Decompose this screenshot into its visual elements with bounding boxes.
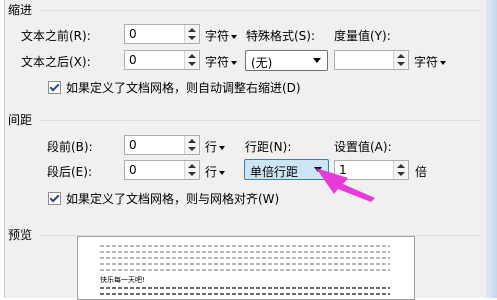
snap-to-grid-label: 如果定义了文档网格，则与网格对齐(W) bbox=[66, 192, 280, 206]
indent-before-spinner[interactable] bbox=[184, 25, 199, 43]
indent-before-input[interactable]: 0 bbox=[124, 24, 200, 44]
indent-before-unit-dropdown[interactable]: 字符 bbox=[205, 27, 238, 44]
auto-right-indent-checkbox[interactable] bbox=[48, 81, 61, 94]
preview-section-title: 预览 bbox=[8, 228, 33, 242]
chevron-down-icon bbox=[219, 145, 226, 150]
preview-text-line bbox=[100, 293, 390, 295]
chevron-down-icon bbox=[231, 34, 238, 39]
indent-after-spinner[interactable] bbox=[184, 51, 199, 69]
snap-to-grid-checkbox[interactable] bbox=[48, 192, 61, 205]
chevron-down-icon bbox=[231, 60, 238, 65]
measure-unit-dropdown[interactable]: 字符 bbox=[414, 53, 447, 70]
chevron-down-icon bbox=[440, 60, 447, 65]
indent-before-value: 0 bbox=[129, 27, 137, 41]
set-value-spinner[interactable] bbox=[393, 161, 408, 179]
measure-value-input[interactable] bbox=[334, 50, 409, 70]
preview-text-line bbox=[100, 245, 390, 247]
chevron-down-icon bbox=[313, 58, 321, 63]
special-format-value: (无) bbox=[251, 56, 273, 70]
line-spacing-value: 单倍行距 bbox=[250, 165, 299, 179]
set-value-unit: 倍 bbox=[415, 165, 428, 179]
space-after-label: 段后(E): bbox=[47, 165, 92, 179]
space-after-spinner[interactable] bbox=[184, 161, 199, 179]
preview-text-line bbox=[100, 263, 390, 265]
indent-after-label: 文本之后(X): bbox=[21, 55, 91, 69]
preview-text-line bbox=[100, 257, 390, 259]
window-edge bbox=[486, 0, 497, 298]
space-before-label: 段前(B): bbox=[47, 140, 93, 154]
preview-text-line bbox=[100, 269, 390, 271]
indent-before-label: 文本之前(R): bbox=[21, 29, 91, 43]
preview-panel: 快乐每一天吧! bbox=[77, 236, 415, 300]
space-before-spinner[interactable] bbox=[184, 136, 199, 154]
spacing-section-title: 间距 bbox=[8, 113, 33, 127]
preview-text-line bbox=[100, 287, 390, 289]
special-format-select[interactable]: (无) bbox=[245, 50, 328, 71]
space-after-input[interactable]: 0 bbox=[124, 160, 200, 180]
space-before-value: 0 bbox=[129, 138, 137, 152]
space-after-unit-dropdown[interactable]: 行 bbox=[205, 163, 226, 180]
space-before-unit-dropdown[interactable]: 行 bbox=[205, 138, 226, 155]
annotation-arrow-icon bbox=[316, 168, 375, 202]
indent-separator bbox=[40, 10, 480, 11]
line-spacing-label: 行距(N): bbox=[245, 140, 292, 154]
preview-sample-text: 快乐每一天吧! bbox=[100, 276, 145, 284]
set-value-label: 设置值(A): bbox=[334, 140, 392, 154]
spacing-separator bbox=[40, 120, 480, 121]
preview-text-line bbox=[100, 251, 390, 253]
special-format-label: 特殊格式(S): bbox=[246, 29, 316, 43]
chevron-down-icon bbox=[219, 170, 226, 175]
measure-value-spinner[interactable] bbox=[393, 51, 408, 69]
space-after-value: 0 bbox=[129, 163, 137, 177]
auto-right-indent-label: 如果定义了文档网格，则自动调整右缩进(D) bbox=[66, 81, 301, 95]
measure-value-label: 度量值(Y): bbox=[334, 29, 391, 43]
space-before-input[interactable]: 0 bbox=[124, 135, 200, 155]
indent-after-value: 0 bbox=[129, 53, 137, 67]
indent-section-title: 缩进 bbox=[8, 3, 33, 17]
indent-after-input[interactable]: 0 bbox=[124, 50, 200, 70]
indent-after-unit-dropdown[interactable]: 字符 bbox=[205, 53, 238, 70]
